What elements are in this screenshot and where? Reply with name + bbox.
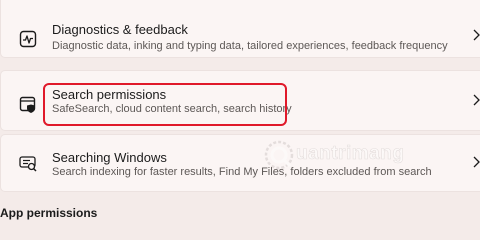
diagnostics-pulse-icon <box>18 29 38 49</box>
watermark-text: uantrimang <box>296 143 405 165</box>
app-permissions-heading: App permissions <box>0 206 98 220</box>
searching-windows-item[interactable]: Searching Windows Search indexing for fa… <box>0 134 480 192</box>
watermark-logo-icon <box>262 138 296 172</box>
chevron-right-icon <box>471 93 480 107</box>
diagnostics-feedback-description: Diagnostic data, inking and typing data,… <box>52 40 448 52</box>
searching-windows-title: Searching Windows <box>52 150 167 165</box>
red-highlight-annotation <box>43 83 287 126</box>
search-list-icon <box>18 153 38 173</box>
watermark: uantrimang <box>262 138 405 178</box>
diagnostics-feedback-title: Diagnostics & feedback <box>52 22 188 37</box>
chevron-right-icon <box>471 28 480 42</box>
chevron-right-icon <box>471 155 480 169</box>
diagnostics-feedback-item[interactable]: Diagnostics & feedback Diagnostic data, … <box>0 0 480 58</box>
search-permissions-shield-icon <box>18 94 38 114</box>
